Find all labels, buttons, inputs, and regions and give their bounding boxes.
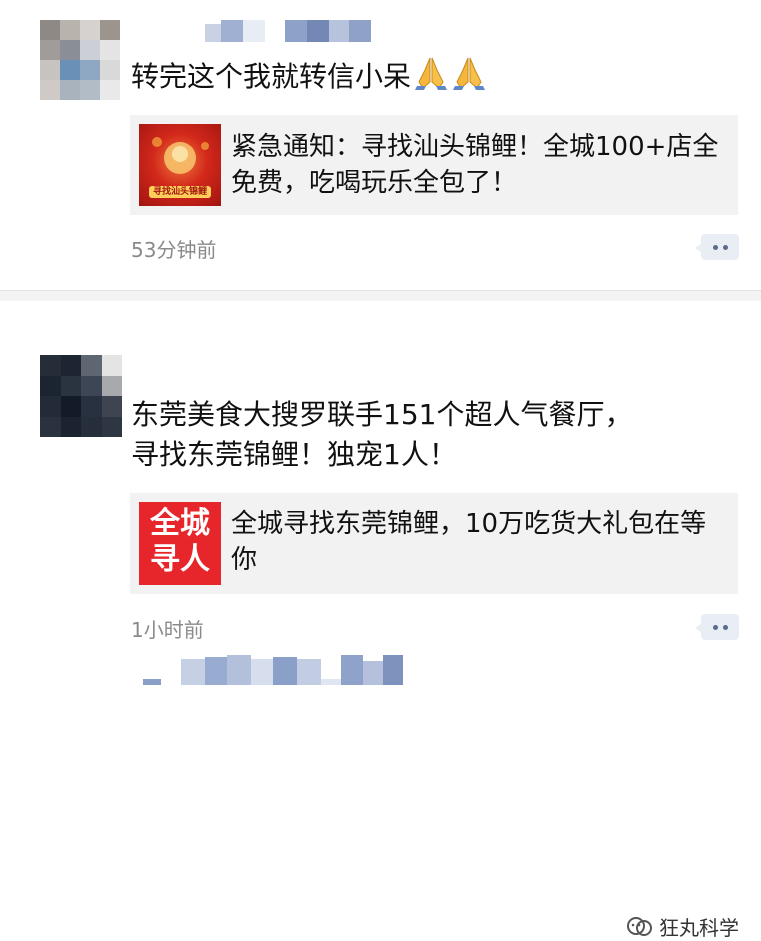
card-thumbnail: 寻找汕头锦鲤	[139, 124, 221, 206]
moments-post: 东莞美食大搜罗联手151个超人气餐厅， 寻找东莞锦鲤！独宠1人！ 全城 寻人 全…	[0, 300, 761, 940]
wechat-channel-icon	[627, 916, 652, 936]
username-blurred[interactable]	[205, 20, 371, 42]
card-title: 全城寻找东莞锦鲤，10万吃货大礼包在等你	[231, 509, 707, 575]
comment-button[interactable]	[695, 614, 739, 640]
shared-link-card[interactable]: 全城 寻人 全城寻找东莞锦鲤，10万吃货大礼包在等你	[130, 493, 738, 594]
card-thumbnail: 全城 寻人	[139, 502, 221, 585]
card-thumbnail-caption: 寻找汕头锦鲤	[152, 187, 207, 197]
post-time: 53分钟前	[131, 238, 217, 262]
post-text: 东莞美食大搜罗联手151个超人气餐厅， 寻找东莞锦鲤！独宠1人！	[131, 395, 731, 475]
shared-link-card[interactable]: 寻找汕头锦鲤 紧急通知：寻找汕头锦鲤！全城100+店全免费，吃喝玩乐全包了！	[130, 115, 738, 215]
watermark: 狂丸科学	[625, 912, 739, 941]
comment-button[interactable]	[695, 234, 739, 260]
post-text-line: 寻找东莞锦鲤！独宠1人！	[131, 438, 457, 471]
comment-dots-icon	[712, 624, 718, 630]
thumb-text-line: 寻人	[150, 542, 210, 577]
card-thumbnail-text: 全城 寻人	[139, 506, 221, 578]
thumb-text-line: 全城	[150, 506, 210, 541]
avatar[interactable]	[40, 20, 120, 100]
folded-hands-icon	[453, 57, 486, 90]
post-text: 转完这个我就转信小呆	[131, 56, 487, 97]
watermark-text: 狂丸科学	[659, 916, 739, 940]
avatar[interactable]	[40, 355, 122, 437]
card-title: 紧急通知：寻找汕头锦鲤！全城100+店全免费，吃喝玩乐全包了！	[231, 132, 719, 198]
post-text-content: 转完这个我就转信小呆	[131, 60, 412, 93]
folded-hands-icon	[415, 57, 448, 90]
post-text-line: 东莞美食大搜罗联手151个超人气餐厅，	[131, 398, 633, 431]
post-time: 1小时前	[131, 618, 204, 642]
comment-dots-icon	[712, 244, 718, 250]
moments-post: 转完这个我就转信小呆 寻找汕头锦鲤 紧急通知：寻找汕头锦鲤！全城100+店全免费…	[0, 0, 761, 290]
